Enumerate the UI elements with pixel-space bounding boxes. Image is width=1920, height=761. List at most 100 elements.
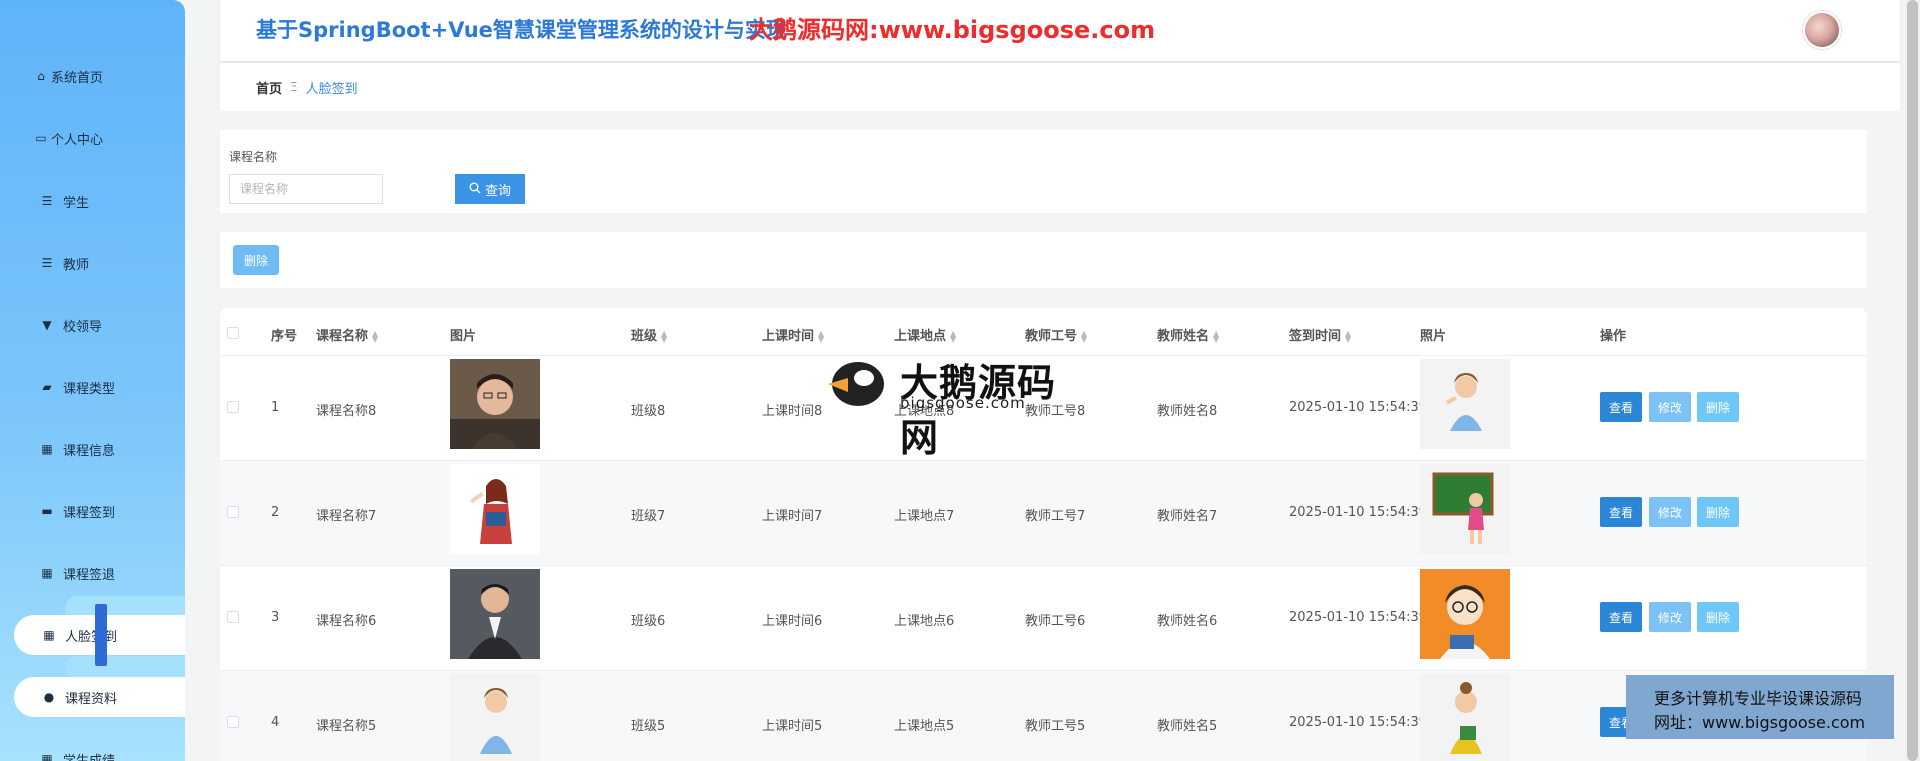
sidebar-item-home[interactable]: ⌂ 系统首页	[0, 56, 185, 96]
sidebar-item-label: 教师	[63, 257, 90, 273]
sidebar: ⌂ 系统首页 ▭ 个人中心 ☰ 学生 ☰ 教师 ▼ 校领导 ▰ 课程类型 ▦ 课…	[0, 0, 185, 761]
promo-banner[interactable]: 更多计算机专业毕设课设源码 网址：www.bigsgoose.com	[1626, 675, 1894, 739]
list-icon: ☰	[41, 194, 53, 208]
sidebar-item-teachers[interactable]: ☰ 教师	[0, 243, 185, 283]
grid-icon: ▦	[41, 566, 53, 580]
edit-button[interactable]: 修改	[1649, 497, 1691, 527]
breadcrumb-home[interactable]: 首页	[256, 78, 282, 97]
scrollbar-thumb[interactable]	[1907, 0, 1918, 761]
breadcrumb-current: 人脸签到	[305, 81, 358, 97]
column-header-sign-time[interactable]: 签到时间 ▲ ▼	[1289, 325, 1351, 344]
cell-course: 课程名称5	[316, 719, 377, 734]
edit-button[interactable]: 修改	[1649, 602, 1691, 632]
cell-course: 课程名称6	[316, 614, 377, 629]
column-header-class[interactable]: 班级 ▲ ▼	[631, 325, 667, 344]
table-row: 4 课程名称5 班级5 上课时间5 上课地点5 教师工号5 教师姓名5 2025…	[220, 671, 1867, 761]
course-image[interactable]	[450, 569, 540, 659]
sidebar-item-course-types[interactable]: ▰ 课程类型	[0, 367, 185, 407]
sidebar-item-label: 学生成绩	[63, 753, 116, 761]
search-button-label: 查询	[484, 182, 511, 198]
search-panel: 课程名称 查询	[220, 130, 1867, 213]
sidebar-item-scores[interactable]: ▦ 学生成绩	[0, 739, 185, 761]
course-image[interactable]	[450, 674, 540, 761]
sidebar-item-label: 课程信息	[63, 443, 116, 459]
edit-button[interactable]: 修改	[1649, 392, 1691, 422]
briefcase-icon: ▰	[42, 380, 52, 394]
sort-icon[interactable]: ▲ ▼	[818, 329, 824, 343]
bulk-delete-button[interactable]: 删除	[233, 245, 279, 275]
column-header-time[interactable]: 上课时间 ▲ ▼	[762, 325, 824, 344]
row-checkbox[interactable]	[227, 611, 239, 623]
sidebar-item-course-signin[interactable]: ▬ 课程签到	[0, 491, 185, 531]
cell-course: 课程名称8	[316, 404, 377, 419]
column-header-place[interactable]: 上课地点 ▲ ▼	[894, 325, 956, 344]
view-button[interactable]: 查看	[1600, 602, 1642, 632]
column-header-label: 上课时间	[762, 329, 815, 344]
cell-sign-time: 2025-01-10 15:54:39	[1289, 715, 1428, 730]
row-checkbox[interactable]	[227, 506, 239, 518]
cell-course: 课程名称7	[316, 509, 377, 524]
cell-class: 班级6	[631, 614, 666, 629]
search-label: 课程名称	[229, 150, 278, 164]
sidebar-item-label: 学生	[63, 195, 90, 211]
cell-teacher-name: 教师姓名7	[1157, 509, 1218, 524]
column-header-label: 上课地点	[894, 329, 947, 344]
column-header-label: 教师工号	[1025, 329, 1078, 344]
cell-index: 1	[271, 400, 280, 415]
sort-icon[interactable]: ▲ ▼	[372, 329, 378, 343]
cell-sign-time: 2025-01-10 15:54:39	[1289, 610, 1428, 625]
sort-icon[interactable]: ▲ ▼	[1345, 329, 1351, 343]
sort-icon[interactable]: ▲ ▼	[661, 329, 667, 343]
column-header-label: 签到时间	[1289, 329, 1342, 344]
grid-icon: ▦	[43, 628, 55, 642]
delete-button[interactable]: 删除	[1697, 392, 1739, 422]
view-button[interactable]: 查看	[1600, 392, 1642, 422]
cell-class: 班级8	[631, 404, 666, 419]
monitor-icon: ▬	[41, 504, 53, 518]
signin-photo[interactable]	[1420, 569, 1510, 659]
column-header-teacher-name[interactable]: 教师姓名 ▲ ▼	[1157, 325, 1219, 344]
sidebar-item-students[interactable]: ☰ 学生	[0, 181, 185, 221]
sort-icon[interactable]: ▲ ▼	[1213, 329, 1219, 343]
course-image[interactable]	[450, 464, 540, 554]
avatar[interactable]	[1803, 11, 1841, 49]
column-header-course[interactable]: 课程名称 ▲ ▼	[316, 325, 378, 344]
signin-photo[interactable]	[1420, 464, 1510, 554]
search-input[interactable]	[229, 174, 383, 204]
cell-index: 2	[271, 505, 280, 520]
list-icon: ☰	[41, 256, 53, 270]
sidebar-item-label: 课程签到	[63, 505, 116, 521]
app-title: 基于SpringBoot+Vue智慧课堂管理系统的设计与实现	[256, 18, 787, 42]
cell-teacher-name: 教师姓名5	[1157, 719, 1218, 734]
grid-icon: ▦	[41, 442, 53, 456]
sidebar-item-label: 个人中心	[51, 132, 104, 148]
view-button[interactable]: 查看	[1600, 497, 1642, 527]
sidebar-item-leaders[interactable]: ▼ 校领导	[0, 305, 185, 345]
sort-icon[interactable]: ▲ ▼	[950, 329, 956, 343]
delete-button[interactable]: 删除	[1697, 497, 1739, 527]
column-header-actions: 操作	[1600, 329, 1627, 344]
signin-photo[interactable]	[1420, 359, 1510, 449]
delete-button[interactable]: 删除	[1697, 602, 1739, 632]
search-button[interactable]: 查询	[455, 174, 525, 204]
sort-icon[interactable]: ▲ ▼	[1081, 329, 1087, 343]
sidebar-item-course-signout[interactable]: ▦ 课程签退	[0, 553, 185, 593]
page-scrollbar[interactable]	[1905, 0, 1920, 761]
sidebar-item-course-materials[interactable]: ● 课程资料	[14, 677, 185, 717]
select-all-checkbox[interactable]	[227, 327, 239, 339]
cell-class: 班级7	[631, 509, 666, 524]
cell-class: 班级5	[631, 719, 666, 734]
course-image[interactable]	[450, 359, 540, 449]
cell-teacher-no: 教师工号5	[1025, 719, 1086, 734]
signin-photo[interactable]	[1420, 674, 1510, 761]
sidebar-item-label: 校领导	[63, 319, 103, 335]
column-header-label: 教师姓名	[1157, 329, 1210, 344]
action-panel: 删除	[220, 232, 1867, 288]
column-header-teacher-no[interactable]: 教师工号 ▲ ▼	[1025, 325, 1087, 344]
sidebar-item-course-info[interactable]: ▦ 课程信息	[0, 429, 185, 469]
row-checkbox[interactable]	[227, 401, 239, 413]
sidebar-item-label: 课程签退	[63, 567, 116, 583]
sidebar-item-profile[interactable]: ▭ 个人中心	[0, 118, 185, 158]
sidebar-item-label: 课程类型	[63, 381, 116, 397]
row-checkbox[interactable]	[227, 716, 239, 728]
